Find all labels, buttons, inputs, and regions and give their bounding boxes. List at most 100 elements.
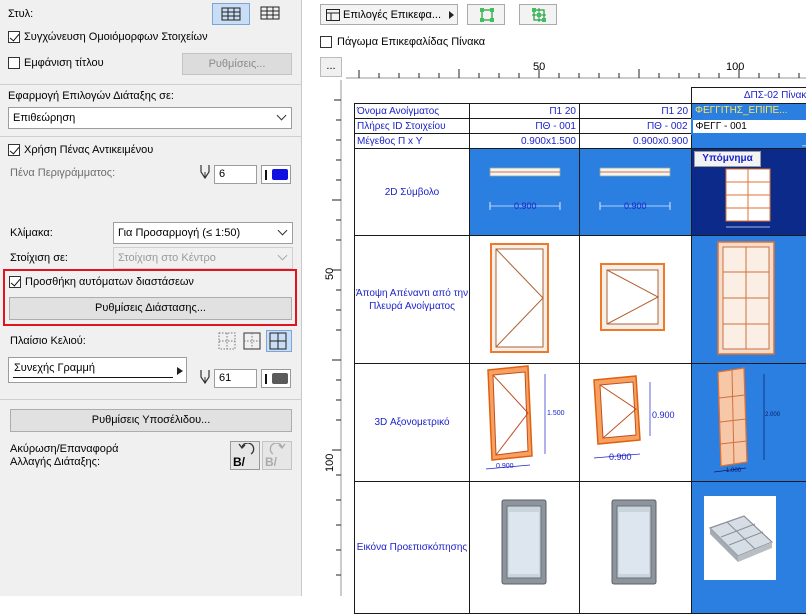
window-preview-icon (580, 482, 690, 610)
frame-outer-icon[interactable] (243, 332, 261, 350)
undo-icon-text: B/ (233, 455, 245, 469)
undo-label-line2: Αλλαγής Διάταξης: (10, 456, 100, 468)
undo-layout-button[interactable]: B/ (230, 441, 260, 470)
table-row[interactable]: Πλήρες ID Στοιχείου ΠΘ - 001 ΠΘ - 002 ΦΕ… (355, 119, 806, 134)
align-select[interactable]: Στοίχιση στο Κέντρο (113, 247, 293, 269)
select-all-button[interactable] (519, 4, 557, 25)
symbol-2d-cell: 0.900 (580, 149, 692, 236)
redo-icon-text: B/ (265, 455, 277, 469)
pen-color-swatch (272, 169, 288, 180)
cell-frame-label: Πλαίσιο Κελιού: (10, 335, 86, 347)
header-cell: 0.900x1.500 (470, 134, 580, 149)
legend-button[interactable]: Υπόμνημα (694, 151, 761, 167)
freeze-header-checkbox[interactable] (320, 36, 332, 48)
select-header-button[interactable] (467, 4, 505, 25)
window-preview-icon (470, 482, 578, 610)
undo-arrow-icon (237, 443, 255, 455)
outline-pen-label: Πένα Περιγράμματος: (10, 167, 115, 179)
symbol-2d-cell-selected: Υπόμνημα (692, 149, 806, 236)
header-options-dropdown[interactable]: Επιλογές Επικεφα... (320, 4, 458, 25)
frame-none-icon[interactable] (218, 332, 236, 350)
line-type-select[interactable]: Συνεχής Γραμμή (8, 357, 187, 383)
auto-dimensions-checkbox[interactable] (9, 276, 21, 288)
dim-label: 0.900 (496, 463, 514, 470)
window-plan-symbol-icon (580, 149, 690, 232)
axonometric-cell-selected: 2.000 1.000 (692, 364, 806, 482)
style-list-button[interactable] (252, 3, 290, 25)
use-object-pen-checkbox[interactable] (8, 144, 20, 156)
undo-label-line1: Ακύρωση/Επαναφορά (10, 443, 119, 455)
window-elevation-icon (470, 236, 578, 360)
header-cell-edit[interactable]: ΦΕΓΓ - 001 (692, 119, 806, 134)
window-grid-symbol-icon (722, 167, 782, 231)
pen-icon (199, 369, 211, 385)
show-title-checkbox[interactable] (8, 57, 20, 69)
preview-cell-selected (692, 482, 806, 614)
header-cell: Π1 20 (470, 104, 580, 119)
redo-layout-button[interactable]: B/ (262, 441, 292, 470)
table-row[interactable]: 2D Σύμβολο 0.900 0.900 (355, 149, 806, 236)
dim-label: 0.900 (514, 201, 537, 211)
chevron-down-icon (278, 251, 288, 261)
table-row[interactable]: Όνομα Ανοίγματος Π1 20 Π1 20 ΦΕΓΓΙΤΗΣ_ΕΠ… (355, 104, 806, 119)
align-value: Στοίχιση στο Κέντρο (118, 252, 216, 264)
horizontal-ruler: 50 100 (346, 57, 806, 79)
subitem-settings-button[interactable]: Ρυθμίσεις Υποσέλιδου... (10, 409, 292, 432)
scale-label: Κλίμακα: (10, 227, 53, 239)
line-pen-input[interactable]: 61 (214, 369, 257, 388)
schedule-title[interactable]: ΔΠΣ-02 Πίνακα (692, 88, 806, 104)
dim-label: 1.000 (726, 468, 741, 474)
ruler-label-50: 50 (533, 61, 545, 73)
header-cell: 0.900x0.900 (580, 134, 692, 149)
apply-options-select[interactable]: Επιθεώρηση (8, 107, 292, 129)
window-3d-icon (580, 364, 690, 478)
chevron-right-icon (449, 11, 454, 19)
title-settings-button[interactable]: Ρυθμίσεις... (182, 53, 292, 75)
scale-select[interactable]: Για Προσαρμογή (≤ 1:50) (113, 222, 293, 244)
outline-pen-input[interactable]: 6 (214, 165, 257, 184)
header-cell: ΠΘ - 001 (470, 119, 580, 134)
preview-cell (470, 482, 580, 614)
dimension-settings-button[interactable]: Ρυθμίσεις Διάστασης... (9, 297, 292, 320)
style-label: Στυλ: (8, 8, 33, 20)
line-pen-color-button[interactable] (261, 369, 291, 388)
frame-all-button[interactable] (266, 330, 292, 352)
show-title-label: Εμφάνιση τίτλου (24, 57, 104, 69)
elevation-cell (580, 236, 692, 364)
header-cell-selected: ΦΕΓΓΙΤΗΣ_ΕΠΙΠΕ... (692, 104, 806, 119)
green-square-icon (479, 7, 495, 23)
merge-checkbox[interactable] (8, 31, 20, 43)
line-color-swatch (272, 373, 288, 384)
elevation-cell (470, 236, 580, 364)
apply-options-label: Εφαρμογή Επιλογών Διάταξης σε: (8, 90, 174, 102)
style-grid-button[interactable] (212, 3, 250, 25)
chevron-down-icon (278, 226, 288, 236)
table-row[interactable]: 3D Αξονομετρικό 1.500 0.900 (355, 364, 806, 482)
outline-pen-color-button[interactable] (261, 165, 291, 184)
preview-cell (580, 482, 692, 614)
table-row[interactable]: Μέγεθος Π x Υ 0.900x1.500 0.900x0.900 _ (355, 134, 806, 149)
dim-label: 0.900 (609, 452, 632, 462)
align-label: Στοίχιση σε: (10, 252, 68, 264)
dim-label: 1.500 (547, 410, 565, 417)
header-cell-selected: _ (692, 134, 806, 149)
header-cell: ΠΘ - 002 (580, 119, 692, 134)
table-grid-icon (213, 4, 249, 24)
frame-all-icon (267, 331, 291, 351)
ruler-menu-button[interactable]: ... (320, 57, 342, 77)
dim-label: 2.000 (765, 412, 780, 418)
merge-label: Συγχώνευση Ομοιόμορφων Στοιχείων (24, 31, 208, 43)
header-options-label: Επιλογές Επικεφα... (343, 9, 441, 21)
chevron-right-icon (177, 367, 183, 375)
apply-options-value: Επιθεώρηση (13, 112, 75, 124)
symbol-2d-cell: 0.900 (470, 149, 580, 236)
ruler-label-100: 100 (726, 61, 744, 73)
window-elevation-icon (580, 236, 690, 360)
table-row[interactable]: Άποψη Απέναντι από την Πλευρά Ανοίγματος (355, 236, 806, 364)
elevation-cell-selected (692, 236, 806, 364)
line-preview (13, 377, 173, 378)
table-row[interactable]: Εικόνα Προεπισκόπησης (355, 482, 806, 614)
scale-value: Για Προσαρμογή (≤ 1:50) (118, 227, 240, 239)
use-object-pen-label: Χρήση Πένας Αντικειμένου (24, 144, 153, 156)
ruler-ticks (320, 80, 342, 596)
